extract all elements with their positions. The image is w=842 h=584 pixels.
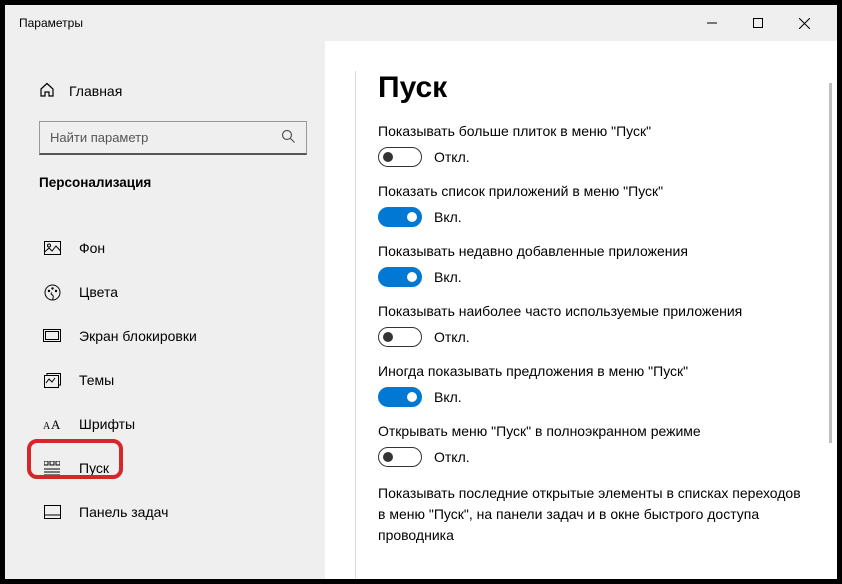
- setting-label: Показывать наиболее часто используемые п…: [378, 303, 803, 319]
- setting-block: Показывать недавно добавленные приложени…: [378, 243, 803, 287]
- setting-label: Иногда показывать предложения в меню "Пу…: [378, 363, 803, 379]
- toggle-row: Вкл.: [378, 207, 803, 227]
- lockscreen-icon: [43, 329, 61, 343]
- scrollbar-thumb[interactable]: [829, 83, 832, 443]
- sidebar-item-label: Фон: [79, 240, 105, 256]
- toggle-switch[interactable]: [378, 207, 422, 227]
- toggle-row: Откл.: [378, 327, 803, 347]
- sidebar-item-fonts[interactable]: AA Шрифты: [5, 402, 325, 446]
- fonts-icon: AA: [43, 417, 61, 431]
- search-input[interactable]: [50, 130, 281, 145]
- toggle-state-label: Откл.: [434, 329, 470, 345]
- window-title: Параметры: [19, 16, 83, 30]
- toggle-state-label: Вкл.: [434, 389, 462, 405]
- toggle-switch[interactable]: [378, 447, 422, 467]
- toggle-switch[interactable]: [378, 267, 422, 287]
- toggle-row: Откл.: [378, 447, 803, 467]
- setting-block: Иногда показывать предложения в меню "Пу…: [378, 363, 803, 407]
- setting-label: Показывать последние открытые элементы в…: [378, 483, 803, 546]
- sidebar-item-taskbar[interactable]: Панель задач: [5, 490, 325, 534]
- setting-block: Открывать меню "Пуск" в полноэкранном ре…: [378, 423, 803, 467]
- setting-block: Показывать больше плиток в меню "Пуск" От…: [378, 123, 803, 167]
- maximize-button[interactable]: [735, 8, 781, 38]
- palette-icon: [43, 284, 61, 301]
- sidebar-item-label: Экран блокировки: [79, 328, 197, 344]
- home-label: Главная: [69, 83, 122, 99]
- home-icon: [39, 82, 55, 101]
- toggle-state-label: Вкл.: [434, 209, 462, 225]
- maximize-icon: [753, 18, 763, 28]
- minimize-icon: [707, 18, 717, 28]
- toggle-row: Вкл.: [378, 387, 803, 407]
- home-nav-item[interactable]: Главная: [5, 79, 325, 103]
- toggle-knob: [383, 152, 393, 162]
- toggle-switch[interactable]: [378, 387, 422, 407]
- sidebar-item-label: Пуск: [79, 460, 109, 476]
- setting-label: Показать список приложений в меню "Пуск": [378, 183, 803, 199]
- toggle-state-label: Вкл.: [434, 269, 462, 285]
- toggle-state-label: Откл.: [434, 149, 470, 165]
- sidebar-item-background[interactable]: Фон: [5, 226, 325, 270]
- titlebar: Параметры: [5, 5, 837, 41]
- setting-label: Показывать больше плиток в меню "Пуск": [378, 123, 803, 139]
- themes-icon: [43, 373, 61, 388]
- scrollbar[interactable]: [827, 41, 837, 579]
- start-icon: [43, 461, 61, 475]
- picture-icon: [43, 241, 61, 255]
- setting-block: Показать список приложений в меню "Пуск"…: [378, 183, 803, 227]
- toggle-knob: [407, 392, 417, 402]
- sidebar-item-label: Шрифты: [79, 416, 135, 432]
- sidebar-item-lockscreen[interactable]: Экран блокировки: [5, 314, 325, 358]
- close-button[interactable]: [781, 8, 827, 38]
- toggle-knob: [383, 452, 393, 462]
- close-icon: [799, 18, 810, 29]
- taskbar-icon: [43, 505, 61, 519]
- toggle-knob: [407, 272, 417, 282]
- toggle-row: Вкл.: [378, 267, 803, 287]
- sidebar-item-label: Темы: [79, 372, 114, 388]
- sidebar-section-title: Персонализация: [5, 175, 325, 190]
- minimize-button[interactable]: [689, 8, 735, 38]
- sidebar-item-start[interactable]: Пуск: [5, 446, 325, 490]
- sidebar-item-label: Панель задач: [79, 504, 168, 520]
- search-icon: [281, 129, 296, 147]
- sidebar-item-label: Цвета: [79, 284, 118, 300]
- toggle-knob: [407, 212, 417, 222]
- toggle-knob: [383, 332, 393, 342]
- setting-label: Открывать меню "Пуск" в полноэкранном ре…: [378, 423, 803, 439]
- content-area: Пуск Показывать больше плиток в меню "Пу…: [325, 41, 837, 579]
- sidebar-item-themes[interactable]: Темы: [5, 358, 325, 402]
- sidebar-item-colors[interactable]: Цвета: [5, 270, 325, 314]
- toggle-row: Откл.: [378, 147, 803, 167]
- toggle-switch[interactable]: [378, 147, 422, 167]
- toggle-switch[interactable]: [378, 327, 422, 347]
- svg-text:A: A: [43, 421, 51, 431]
- toggle-state-label: Откл.: [434, 449, 470, 465]
- sidebar: Главная Персонализация Фон Цвета Э: [5, 41, 325, 579]
- setting-block: Показывать наиболее часто используемые п…: [378, 303, 803, 347]
- svg-text:A: A: [51, 417, 61, 431]
- page-heading: Пуск: [378, 71, 803, 105]
- search-box[interactable]: [39, 121, 307, 155]
- setting-label: Показывать недавно добавленные приложени…: [378, 243, 803, 259]
